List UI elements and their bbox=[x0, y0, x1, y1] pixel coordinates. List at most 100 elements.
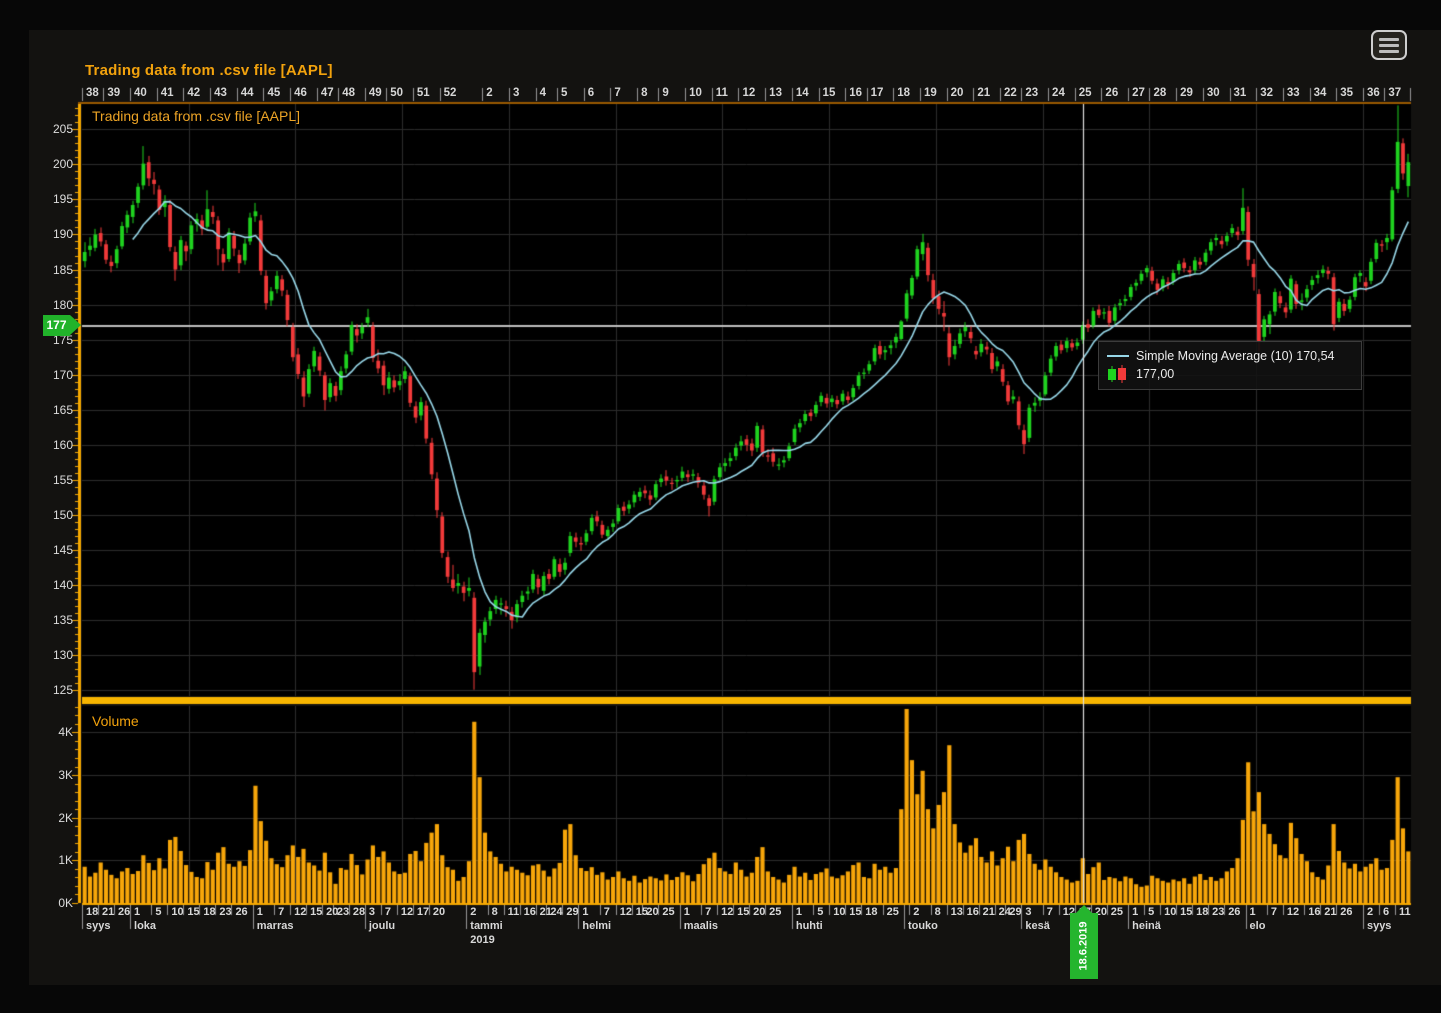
price-tick-label: 125 bbox=[39, 683, 73, 697]
week-number-label: 24 bbox=[1052, 87, 1065, 99]
week-number-label: 4 bbox=[540, 87, 546, 99]
legend-price-row: 177,00 bbox=[1107, 365, 1353, 383]
date-day-label: 29 bbox=[566, 906, 578, 918]
date-day-label: 6 bbox=[1383, 906, 1389, 918]
crosshair-date-tag: 18.6.2019 bbox=[1070, 905, 1098, 979]
date-day-label: 11 bbox=[1399, 906, 1411, 918]
date-day-label: 5 bbox=[155, 906, 161, 918]
indicator-legend[interactable]: Simple Moving Average (10) 170,54 177,00 bbox=[1098, 341, 1362, 390]
date-day-label: 15 bbox=[1180, 906, 1192, 918]
date-day-label: 25 bbox=[662, 906, 674, 918]
week-number-label: 3 bbox=[513, 87, 519, 99]
date-day-label: 11 bbox=[508, 906, 520, 918]
week-number-label: 17 bbox=[871, 87, 884, 99]
price-tick-label: 195 bbox=[39, 192, 73, 206]
date-day-label: 7 bbox=[1047, 906, 1053, 918]
date-day-label: 29 bbox=[1009, 906, 1021, 918]
date-day-label: 1 bbox=[257, 906, 263, 918]
price-tick-label: 165 bbox=[39, 403, 73, 417]
date-day-label: 23 bbox=[219, 906, 231, 918]
month-label: joulu bbox=[369, 920, 395, 932]
volume-pane-title: Volume bbox=[92, 713, 139, 729]
date-day-label: 24 bbox=[550, 906, 562, 918]
week-number-label: 46 bbox=[294, 87, 307, 99]
date-day-label: 23 bbox=[337, 906, 349, 918]
legend-sma-row: Simple Moving Average (10) 170,54 bbox=[1107, 347, 1353, 365]
week-number-label: 22 bbox=[1004, 87, 1017, 99]
date-day-label: 2 bbox=[1367, 906, 1373, 918]
date-day-label: 7 bbox=[278, 906, 284, 918]
month-label: maalis bbox=[684, 920, 718, 932]
date-day-label: 2 bbox=[913, 906, 919, 918]
week-number-label: 31 bbox=[1234, 87, 1247, 99]
month-label: tammi bbox=[470, 920, 502, 932]
trading-app-window: Trading data from .csv file [AAPL] Tradi… bbox=[0, 0, 1441, 1013]
date-day-label: 10 bbox=[1164, 906, 1176, 918]
volume-tick-label: 3K bbox=[39, 768, 73, 782]
week-number-label: 34 bbox=[1314, 87, 1327, 99]
price-tick-label: 205 bbox=[39, 122, 73, 136]
week-number-label: 47 bbox=[321, 87, 334, 99]
month-label: helmi bbox=[582, 920, 611, 932]
date-day-label: 18 bbox=[1196, 906, 1208, 918]
date-day-label: 1 bbox=[582, 906, 588, 918]
date-day-label: 23 bbox=[1212, 906, 1224, 918]
week-number-label: 7 bbox=[614, 87, 620, 99]
date-day-label: 12 bbox=[620, 906, 632, 918]
year-label: 2019 bbox=[470, 934, 494, 946]
date-day-label: 5 bbox=[1148, 906, 1154, 918]
date-day-label: 5 bbox=[817, 906, 823, 918]
date-day-label: 28 bbox=[353, 906, 365, 918]
price-tick-label: 180 bbox=[39, 298, 73, 312]
price-tick-label: 130 bbox=[39, 648, 73, 662]
date-day-label: 18 bbox=[865, 906, 877, 918]
date-day-label: 18 bbox=[203, 906, 215, 918]
week-number-label: 6 bbox=[588, 87, 594, 99]
date-day-label: 1 bbox=[796, 906, 802, 918]
date-day-label: 3 bbox=[1025, 906, 1031, 918]
date-day-label: 21 bbox=[102, 906, 114, 918]
volume-tick-label: 0K bbox=[39, 896, 73, 910]
date-day-label: 12 bbox=[294, 906, 306, 918]
week-number-label: 21 bbox=[977, 87, 990, 99]
month-label: huhti bbox=[796, 920, 823, 932]
window-header-title: Trading data from .csv file [AAPL] bbox=[85, 62, 333, 79]
date-day-label: 12 bbox=[1287, 906, 1299, 918]
date-day-label: 17 bbox=[417, 906, 429, 918]
date-tag-arrow-icon bbox=[1076, 905, 1092, 913]
price-tick-label: 200 bbox=[39, 157, 73, 171]
date-day-label: 15 bbox=[310, 906, 322, 918]
price-tick-label: 185 bbox=[39, 263, 73, 277]
week-number-label: 41 bbox=[161, 87, 174, 99]
week-number-label: 38 bbox=[86, 87, 99, 99]
date-day-label: 20 bbox=[433, 906, 445, 918]
price-volume-chart-canvas[interactable] bbox=[0, 0, 1441, 1013]
date-day-label: 26 bbox=[1340, 906, 1352, 918]
date-day-label: 15 bbox=[187, 906, 199, 918]
date-day-label: 3 bbox=[369, 906, 375, 918]
month-label: syys bbox=[86, 920, 110, 932]
week-number-label: 51 bbox=[417, 87, 430, 99]
week-number-label: 40 bbox=[134, 87, 147, 99]
date-day-label: 21 bbox=[1324, 906, 1336, 918]
date-day-label: 1 bbox=[134, 906, 140, 918]
week-number-label: 29 bbox=[1180, 87, 1193, 99]
week-number-label: 39 bbox=[107, 87, 120, 99]
price-tick-label: 145 bbox=[39, 543, 73, 557]
menu-button[interactable] bbox=[1371, 30, 1407, 60]
month-label: heinä bbox=[1132, 920, 1161, 932]
week-number-label: 44 bbox=[241, 87, 254, 99]
date-day-label: 1 bbox=[1132, 906, 1138, 918]
price-tick-label: 135 bbox=[39, 613, 73, 627]
week-number-label: 18 bbox=[897, 87, 910, 99]
week-number-label: 48 bbox=[342, 87, 355, 99]
volume-tick-label: 4K bbox=[39, 725, 73, 739]
month-label: touko bbox=[908, 920, 938, 932]
week-number-label: 15 bbox=[823, 87, 836, 99]
week-number-label: 19 bbox=[924, 87, 937, 99]
date-day-label: 1 bbox=[1250, 906, 1256, 918]
date-day-label: 25 bbox=[1111, 906, 1123, 918]
week-number-label: 32 bbox=[1260, 87, 1273, 99]
date-day-label: 12 bbox=[721, 906, 733, 918]
week-number-label: 9 bbox=[662, 87, 668, 99]
